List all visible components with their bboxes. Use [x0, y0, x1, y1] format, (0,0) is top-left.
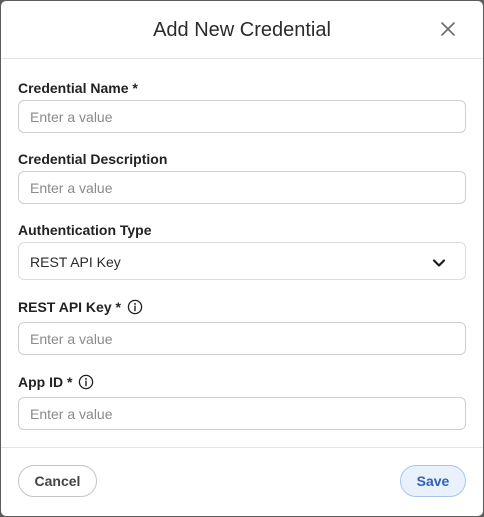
info-icon[interactable]	[127, 299, 143, 315]
save-button[interactable]: Save	[400, 465, 466, 497]
app-id-label: App ID *	[18, 373, 94, 391]
authentication-type-label: Authentication Type	[18, 222, 152, 238]
authentication-type-select[interactable]: REST API Key	[18, 242, 466, 280]
credential-name-input[interactable]	[18, 100, 466, 133]
credential-description-input[interactable]	[18, 171, 466, 204]
cancel-button[interactable]: Cancel	[18, 465, 97, 497]
credential-description-label: Credential Description	[18, 151, 168, 167]
info-icon[interactable]	[78, 374, 94, 390]
add-credential-dialog: Add New Credential Credential Name * Cre…	[1, 1, 483, 516]
footer-divider	[1, 447, 483, 448]
close-icon[interactable]	[439, 20, 457, 38]
dialog-header: Add New Credential	[1, 1, 483, 59]
chevron-down-icon	[432, 256, 446, 268]
app-id-input[interactable]	[18, 397, 466, 430]
credential-name-label: Credential Name *	[18, 80, 138, 96]
authentication-type-value: REST API Key	[30, 254, 121, 270]
dialog-title: Add New Credential	[153, 19, 331, 41]
rest-api-key-label: REST API Key *	[18, 298, 143, 316]
rest-api-key-input[interactable]	[18, 322, 466, 355]
